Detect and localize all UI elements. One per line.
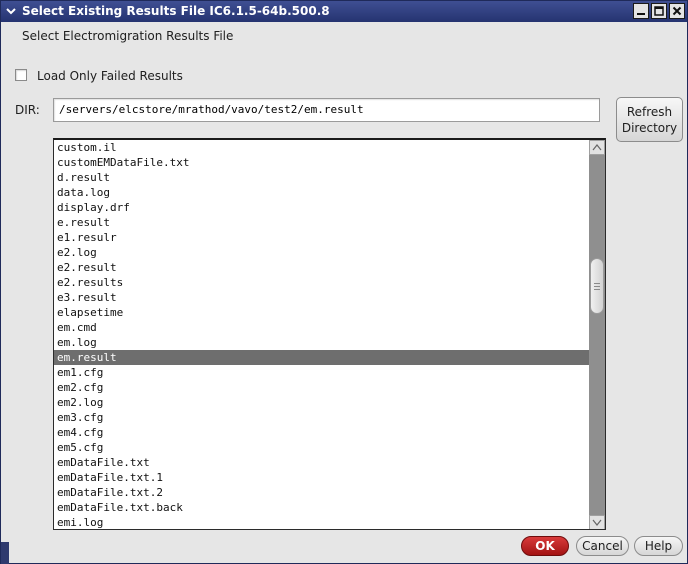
refresh-directory-button[interactable]: Refresh Directory [616, 97, 683, 142]
file-list-item[interactable]: e2.results [54, 275, 589, 290]
close-icon[interactable] [669, 3, 685, 19]
dir-label: DIR: [15, 103, 40, 117]
file-list-item[interactable]: data.log [54, 185, 589, 200]
load-failed-checkbox[interactable] [15, 69, 27, 81]
file-list-item[interactable]: em1.cfg [54, 365, 589, 380]
file-list-items: custom.il customEMDataFile.txt d.result dat… [54, 140, 589, 529]
file-list-item[interactable]: em.log [54, 335, 589, 350]
file-list-item[interactable]: e1.resulr [54, 230, 589, 245]
file-list-item[interactable]: elapsetime [54, 305, 589, 320]
window-title: Select Existing Results File IC6.1.5-64b… [22, 4, 330, 18]
help-button[interactable]: Help [634, 536, 683, 556]
file-list-item[interactable]: customEMDataFile.txt [54, 155, 589, 170]
grip-icon [594, 282, 600, 290]
file-list-item[interactable]: em2.cfg [54, 380, 589, 395]
file-list-item[interactable]: custom.il [54, 140, 589, 155]
file-list-item[interactable]: em4.cfg [54, 425, 589, 440]
file-list-item[interactable]: emDataFile.txt.2 [54, 485, 589, 500]
file-list-item[interactable]: em5.cfg [54, 440, 589, 455]
maximize-icon[interactable] [651, 3, 667, 19]
ok-button[interactable]: OK [521, 536, 569, 556]
scroll-up-icon[interactable] [589, 140, 605, 155]
file-list-item[interactable]: em.result [54, 350, 589, 365]
refresh-button-line1: Refresh [626, 104, 673, 119]
resize-handle[interactable] [1, 542, 9, 564]
dir-input[interactable]: /servers/elcstore/mrathod/vavo/test2/em.… [53, 98, 600, 122]
file-list-item[interactable]: em3.cfg [54, 410, 589, 425]
dialog-window: Select Existing Results File IC6.1.5-64b… [0, 0, 688, 564]
file-list-item[interactable]: d.result [54, 170, 589, 185]
file-list-item[interactable]: em2.log [54, 395, 589, 410]
file-list-item[interactable]: emDataFile.txt.back [54, 500, 589, 515]
scroll-thumb[interactable] [590, 258, 604, 314]
file-list-item[interactable]: e2.log [54, 245, 589, 260]
refresh-button-line2: Directory [621, 120, 678, 135]
load-failed-label[interactable]: Load Only Failed Results [37, 69, 183, 83]
scroll-down-icon[interactable] [589, 515, 605, 529]
file-list-item[interactable]: e2.result [54, 260, 589, 275]
chevron-down-icon[interactable] [4, 4, 18, 18]
file-list[interactable]: custom.il customEMDataFile.txt d.result dat… [53, 138, 606, 530]
minimize-icon[interactable] [633, 3, 649, 19]
file-list-item[interactable]: e.result [54, 215, 589, 230]
vertical-scrollbar[interactable] [589, 140, 605, 529]
file-list-item[interactable]: e3.result [54, 290, 589, 305]
file-list-item[interactable]: em.cmd [54, 320, 589, 335]
file-list-item[interactable]: emDataFile.txt.1 [54, 470, 589, 485]
file-list-item[interactable]: emDataFile.txt [54, 455, 589, 470]
file-list-item[interactable]: display.drf [54, 200, 589, 215]
dialog-subtitle: Select Electromigration Results File [22, 29, 234, 43]
cancel-button[interactable]: Cancel [576, 536, 629, 556]
title-bar[interactable]: Select Existing Results File IC6.1.5-64b… [1, 1, 687, 22]
file-list-item[interactable]: emi.log [54, 515, 589, 529]
